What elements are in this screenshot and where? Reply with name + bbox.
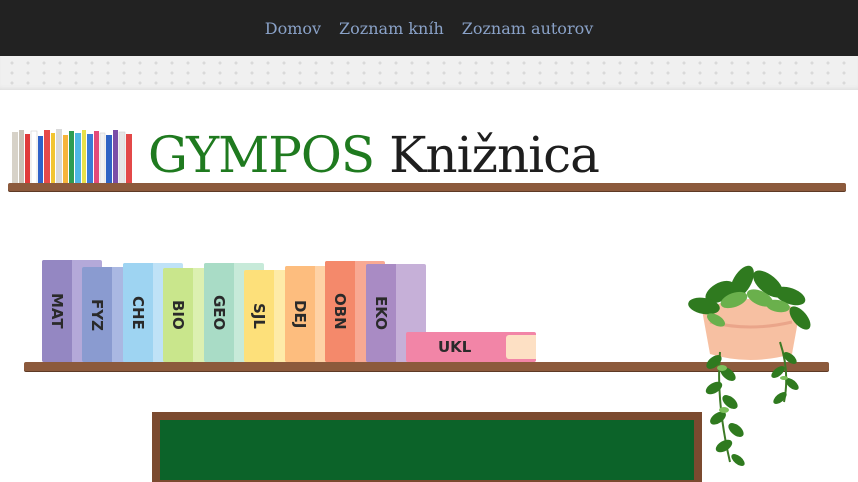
book-spine: MAT [42, 260, 72, 362]
book-label: GEO [210, 294, 228, 331]
chalkboard [160, 420, 694, 480]
book-ukl[interactable]: UKL [406, 332, 536, 362]
book-label: SJL [250, 303, 268, 329]
book-label: DEJ [291, 299, 309, 329]
title-rest: Knižnica [389, 126, 600, 184]
books-logo-icon [12, 129, 132, 184]
title-shelf [8, 183, 846, 191]
book-label: EKO [372, 296, 390, 330]
nav-link-domov[interactable]: Domov [265, 19, 321, 38]
book-label: CHE [129, 295, 147, 330]
dotted-banner [0, 56, 858, 90]
nav-link-zoznam-knih[interactable]: Zoznam kníh [339, 19, 444, 38]
title-brand: GYMPOS [148, 126, 375, 184]
book-spine: FYZ [82, 267, 112, 362]
book-pages [506, 335, 536, 359]
nav-link-zoznam-autorov[interactable]: Zoznam autorov [462, 19, 594, 38]
book-label: OBN [331, 293, 349, 330]
book-label: MAT [48, 293, 66, 329]
book-spine: DEJ [285, 266, 315, 362]
top-navigation: Domov Zoznam kníh Zoznam autorov [0, 0, 858, 56]
page-title: GYMPOS Knižnica [148, 126, 600, 184]
book-label: BIO [169, 300, 187, 330]
book-spine: GEO [204, 263, 234, 362]
book-spine: OBN [325, 261, 355, 362]
book-spine: EKO [366, 264, 396, 362]
book-spine: BIO [163, 268, 193, 362]
book-label: FYZ [88, 298, 106, 331]
book-spine: SJL [244, 270, 274, 362]
book-label: UKL [438, 338, 472, 356]
book-spine: CHE [123, 263, 153, 362]
